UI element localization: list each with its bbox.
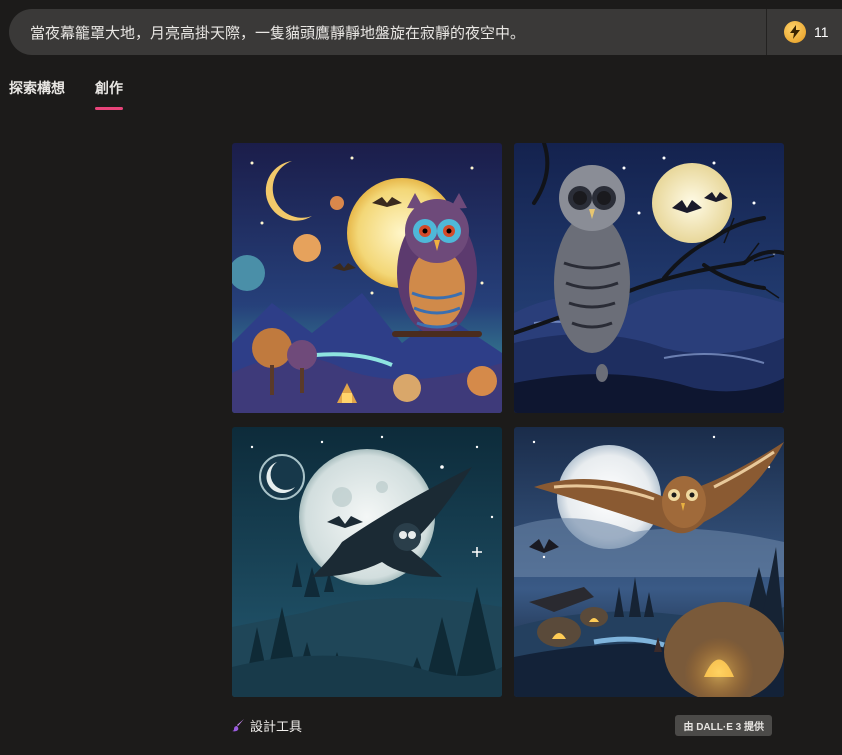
tab-explore-ideas[interactable]: 探索構想: [9, 78, 65, 108]
design-tools-label: 設計工具: [250, 718, 303, 734]
owl-image-2[interactable]: [514, 143, 784, 413]
prompt-bar[interactable]: 當夜幕籠罩大地，月亮高掛天際，一隻貓頭鷹靜靜地盤旋在寂靜的夜空中。 11: [9, 9, 842, 55]
owl-image-3[interactable]: [232, 427, 502, 697]
owl-image-1[interactable]: [232, 143, 502, 413]
design-tools-button[interactable]: 設計工具: [232, 716, 302, 735]
image-creator-page: 當夜幕籠罩大地，月亮高掛天際，一隻貓頭鷹靜靜地盤旋在寂靜的夜空中。 11 探索構…: [0, 0, 842, 755]
prompt-input[interactable]: 當夜幕籠罩大地，月亮高掛天際，一隻貓頭鷹靜靜地盤旋在寂靜的夜空中。: [9, 22, 766, 43]
boost-count: 11: [814, 24, 829, 40]
owl-illustration-branch: [514, 143, 784, 413]
provider-badge: 由 DALL·E 3 提供: [675, 714, 772, 736]
image-grid: [232, 143, 784, 697]
footer-bar: 設計工具 由 DALL·E 3 提供: [232, 712, 772, 738]
owl-illustration-flying-moon: [232, 427, 502, 697]
owl-image-4[interactable]: [514, 427, 784, 697]
owl-illustration-colorful: [232, 143, 502, 413]
paint-brush-icon: [232, 719, 244, 732]
lightning-bolt-icon: [784, 21, 806, 43]
tab-creations[interactable]: 創作: [95, 78, 123, 110]
boost-counter[interactable]: 11: [767, 9, 842, 55]
tab-bar: 探索構想 創作: [9, 78, 123, 110]
owl-illustration-night-village: [514, 427, 784, 697]
